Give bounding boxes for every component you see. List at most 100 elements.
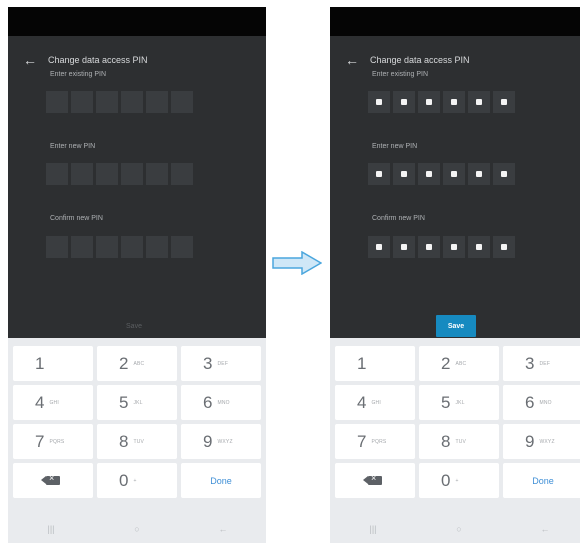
pin-digit-box[interactable] — [146, 163, 168, 185]
digit-key-number: 8 — [441, 431, 451, 451]
pin-digit-box[interactable] — [121, 91, 143, 113]
status-bar — [8, 7, 266, 36]
digit-key[interactable]: 6 MNO — [503, 385, 580, 420]
pin-input-row[interactable] — [368, 236, 515, 258]
done-key[interactable]: Done — [503, 463, 580, 498]
digit-key-number: 4 — [357, 392, 367, 412]
digit-key[interactable]: 2 ABC — [419, 346, 499, 381]
pin-input-row[interactable] — [46, 91, 193, 113]
pin-digit-box[interactable] — [171, 91, 193, 113]
pin-digit-box[interactable] — [368, 236, 390, 258]
digit-key-number: 6 — [203, 392, 213, 412]
pin-input-row[interactable] — [368, 91, 515, 113]
digit-key[interactable]: 0 + — [97, 463, 177, 498]
pin-digit-box[interactable] — [96, 236, 118, 258]
backspace-icon — [363, 473, 382, 485]
digit-key[interactable]: 1 — [335, 346, 415, 381]
pin-digit-box[interactable] — [418, 91, 440, 113]
digit-key[interactable]: 7 PQRS — [335, 424, 415, 459]
pin-digit-box[interactable] — [121, 236, 143, 258]
digit-key[interactable]: 4 GHI — [335, 385, 415, 420]
pin-dot — [376, 99, 382, 105]
pin-digit-box[interactable] — [71, 163, 93, 185]
digit-key[interactable]: 6 MNO — [181, 385, 261, 420]
recent-apps-icon[interactable]: ||| — [363, 524, 383, 534]
pin-digit-box[interactable] — [393, 163, 415, 185]
pin-digit-box[interactable] — [46, 91, 68, 113]
digit-key[interactable]: 1 — [13, 346, 93, 381]
digit-key[interactable]: 5 JKL — [97, 385, 177, 420]
pin-digit-box[interactable] — [468, 163, 490, 185]
pin-digit-box[interactable] — [146, 91, 168, 113]
pin-digit-box[interactable] — [368, 91, 390, 113]
home-icon[interactable]: ○ — [449, 524, 469, 534]
recent-apps-icon[interactable]: ||| — [41, 524, 61, 534]
save-button[interactable]: Save — [114, 315, 154, 337]
digit-key-number: 4 — [35, 392, 45, 412]
pin-input-row[interactable] — [46, 163, 193, 185]
digit-key[interactable]: 2 ABC — [97, 346, 177, 381]
pin-digit-box[interactable] — [418, 163, 440, 185]
pin-digit-box[interactable] — [71, 91, 93, 113]
pin-digit-box[interactable] — [96, 91, 118, 113]
digit-key[interactable]: 7 PQRS — [13, 424, 93, 459]
pin-digit-box[interactable] — [468, 91, 490, 113]
pin-digit-box[interactable] — [171, 163, 193, 185]
backspace-key[interactable] — [13, 463, 93, 498]
pin-input-row[interactable] — [368, 163, 515, 185]
page-title: Change data access PIN — [48, 55, 148, 65]
pin-digit-box[interactable] — [46, 236, 68, 258]
pin-digit-box[interactable] — [121, 163, 143, 185]
pin-digit-box[interactable] — [71, 236, 93, 258]
digit-key-number: 7 — [357, 431, 367, 451]
digit-key[interactable]: 0 + — [419, 463, 499, 498]
digit-key[interactable]: 8 TUV — [419, 424, 499, 459]
pin-digit-box[interactable] — [443, 91, 465, 113]
digit-key[interactable]: 3 DEF — [503, 346, 580, 381]
digit-key-number: 0 — [119, 470, 129, 490]
pin-digit-box[interactable] — [493, 163, 515, 185]
app-bar: ← Change data access PIN — [330, 45, 580, 75]
pin-field-label: Confirm new PIN — [50, 215, 103, 222]
pin-digit-box[interactable] — [418, 236, 440, 258]
back-arrow-icon[interactable]: ← — [344, 52, 360, 68]
pin-digit-box[interactable] — [468, 236, 490, 258]
digit-key[interactable]: 8 TUV — [97, 424, 177, 459]
digit-key-letters: WXYZ — [539, 438, 555, 445]
back-arrow-icon[interactable]: ← — [22, 52, 38, 68]
pin-digit-box[interactable] — [46, 163, 68, 185]
pin-field-label: Enter new PIN — [372, 143, 418, 150]
digit-key[interactable]: 9 WXYZ — [181, 424, 261, 459]
digit-key[interactable]: 5 JKL — [419, 385, 499, 420]
pin-field-label: Enter existing PIN — [372, 71, 429, 78]
pin-digit-box[interactable] — [171, 236, 193, 258]
save-button[interactable]: Save — [436, 315, 476, 337]
pin-digit-box[interactable] — [393, 236, 415, 258]
done-key[interactable]: Done — [181, 463, 261, 498]
digit-key-letters: ABC — [455, 360, 467, 367]
pin-dot — [376, 171, 382, 177]
pin-digit-box[interactable] — [493, 91, 515, 113]
pin-digit-box[interactable] — [96, 163, 118, 185]
pin-dot — [476, 99, 482, 105]
pin-dot — [426, 99, 432, 105]
pin-digit-box[interactable] — [443, 236, 465, 258]
pin-digit-box[interactable] — [493, 236, 515, 258]
home-icon[interactable]: ○ — [127, 524, 147, 534]
pin-input-row[interactable] — [46, 236, 193, 258]
digit-key-number: 9 — [203, 431, 213, 451]
backspace-key[interactable] — [335, 463, 415, 498]
digit-key-letters: PQRS — [371, 438, 387, 445]
page-title: Change data access PIN — [370, 55, 470, 65]
digit-key[interactable]: 4 GHI — [13, 385, 93, 420]
pin-digit-box[interactable] — [146, 236, 168, 258]
back-nav-icon[interactable]: ← — [535, 524, 555, 534]
pin-digit-box[interactable] — [368, 163, 390, 185]
pin-digit-box[interactable] — [393, 91, 415, 113]
digit-key-letters: TUV — [133, 438, 145, 445]
digit-key[interactable]: 9 WXYZ — [503, 424, 580, 459]
digit-key[interactable]: 3 DEF — [181, 346, 261, 381]
digit-key-number: 2 — [119, 353, 129, 373]
back-nav-icon[interactable]: ← — [213, 524, 233, 534]
pin-digit-box[interactable] — [443, 163, 465, 185]
